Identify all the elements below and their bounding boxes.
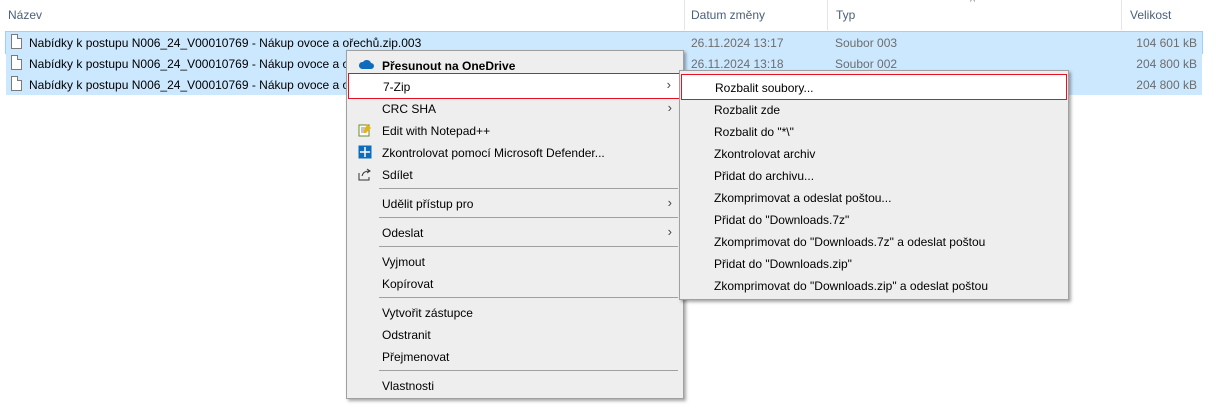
file-date: 26.11.2024 13:18 [691, 57, 784, 71]
notepad-plus-plus-icon [358, 123, 372, 137]
submenu-item-compress-email[interactable]: Zkomprimovat a odeslat poštou... [681, 186, 1067, 208]
share-icon [358, 167, 372, 181]
submenu-item-extract-here[interactable]: Rozbalit zde [681, 98, 1067, 120]
column-divider[interactable] [1121, 0, 1122, 30]
menu-item-label: Edit with Notepad++ [382, 124, 491, 138]
submenu-item-label: Zkomprimovat do "Downloads.7z" a odeslat… [714, 235, 986, 249]
file-icon [11, 76, 22, 91]
column-divider[interactable] [684, 0, 685, 30]
menu-separator [379, 217, 678, 218]
submenu-item-add-7z[interactable]: Přidat do "Downloads.7z" [681, 208, 1067, 230]
menu-item-label: CRC SHA [382, 102, 437, 116]
menu-item-label: Udělit přístup pro [382, 197, 474, 211]
column-size[interactable]: Velikost [1130, 8, 1171, 22]
file-size: 204 800 kB [1136, 78, 1197, 92]
menu-item-delete[interactable]: Odstranit [348, 323, 682, 345]
submenu-item-extract-to[interactable]: Rozbalit do "*\" [681, 120, 1067, 142]
menu-item-label: Přesunout na OneDrive [382, 59, 516, 73]
menu-item-share[interactable]: Sdílet [348, 163, 682, 185]
file-name: Nabídky k postupu N006_24_V00010769 - Ná… [29, 78, 360, 92]
submenu-item-add-zip[interactable]: Přidat do "Downloads.zip" [681, 252, 1067, 274]
menu-item-label: Vlastnosti [382, 379, 435, 393]
menu-item-properties[interactable]: Vlastnosti [348, 374, 682, 396]
cloud-icon [358, 58, 374, 72]
submenu-item-compress-7z-email[interactable]: Zkomprimovat do "Downloads.7z" a odeslat… [681, 230, 1067, 252]
file-type: Soubor 003 [835, 36, 898, 50]
chevron-right-icon: › [667, 195, 672, 210]
7zip-submenu: Rozbalit soubory... Rozbalit zde Rozbali… [679, 70, 1069, 300]
submenu-item-label: Rozbalit do "*\" [714, 125, 794, 139]
submenu-item-add-to-archive[interactable]: Přidat do archivu... [681, 164, 1067, 186]
file-icon [11, 55, 22, 70]
menu-item-cut[interactable]: Vyjmout [348, 250, 682, 272]
shield-icon [358, 145, 372, 159]
submenu-item-label: Přidat do archivu... [714, 169, 815, 183]
submenu-item-label: Rozbalit soubory... [715, 81, 814, 95]
menu-item-label: Přejmenovat [382, 350, 450, 364]
menu-item-rename[interactable]: Přejmenovat [348, 345, 682, 367]
menu-item-notepad[interactable]: Edit with Notepad++ [348, 119, 682, 141]
menu-separator [379, 188, 678, 189]
column-date-modified[interactable]: Datum změny [691, 8, 765, 22]
chevron-right-icon: › [667, 224, 672, 239]
column-divider[interactable] [827, 0, 828, 30]
menu-item-label: Odeslat [382, 226, 424, 240]
menu-item-label: Zkontrolovat pomocí Microsoft Defender..… [382, 146, 605, 160]
column-type[interactable]: Typ [836, 8, 855, 22]
menu-item-defender[interactable]: Zkontrolovat pomocí Microsoft Defender..… [348, 141, 682, 163]
menu-item-label: Sdílet [382, 168, 413, 182]
submenu-item-label: Rozbalit zde [714, 103, 781, 117]
menu-separator [379, 246, 678, 247]
menu-item-crc-sha[interactable]: CRC SHA › [348, 97, 682, 119]
file-icon [11, 34, 22, 49]
menu-item-label: Vyjmout [382, 255, 425, 269]
submenu-item-extract-files[interactable]: Rozbalit soubory... [681, 74, 1067, 100]
menu-item-send-to[interactable]: Odeslat › [348, 221, 682, 243]
sort-ascending-icon: ^ [970, 0, 976, 8]
context-menu: Přesunout na OneDrive 7-Zip › CRC SHA › … [346, 50, 684, 399]
file-date: 26.11.2024 13:17 [691, 36, 784, 50]
submenu-item-test-archive[interactable]: Zkontrolovat archiv [681, 142, 1067, 164]
menu-separator [379, 297, 678, 298]
menu-item-label: Kopírovat [382, 277, 434, 291]
menu-item-grant-access[interactable]: Udělit přístup pro › [348, 192, 682, 214]
submenu-item-label: Přidat do "Downloads.7z" [714, 213, 850, 227]
menu-separator [379, 370, 678, 371]
submenu-item-label: Přidat do "Downloads.zip" [714, 257, 852, 271]
file-name: Nabídky k postupu N006_24_V00010769 - Ná… [29, 36, 422, 50]
chevron-right-icon: › [666, 77, 671, 92]
submenu-item-label: Zkomprimovat do "Downloads.zip" a odesla… [714, 279, 988, 293]
file-size: 104 601 kB [1136, 36, 1197, 50]
file-size: 204 800 kB [1136, 57, 1197, 71]
file-name: Nabídky k postupu N006_24_V00010769 - Ná… [29, 57, 360, 71]
submenu-item-label: Zkomprimovat a odeslat poštou... [714, 191, 892, 205]
menu-item-copy[interactable]: Kopírovat [348, 272, 682, 294]
menu-item-create-shortcut[interactable]: Vytvořit zástupce [348, 301, 682, 323]
file-type: Soubor 002 [835, 57, 898, 71]
column-name[interactable]: Název [8, 8, 42, 22]
menu-item-7zip[interactable]: 7-Zip › [348, 73, 682, 99]
chevron-right-icon: › [667, 100, 672, 115]
submenu-item-label: Zkontrolovat archiv [714, 147, 816, 161]
menu-item-label: 7-Zip [383, 80, 411, 94]
menu-item-label: Vytvořit zástupce [382, 306, 473, 320]
menu-item-label: Odstranit [382, 328, 431, 342]
submenu-item-compress-zip-email[interactable]: Zkomprimovat do "Downloads.zip" a odesla… [681, 274, 1067, 296]
column-header: Název Datum změny Typ ^ Velikost [0, 0, 1218, 30]
